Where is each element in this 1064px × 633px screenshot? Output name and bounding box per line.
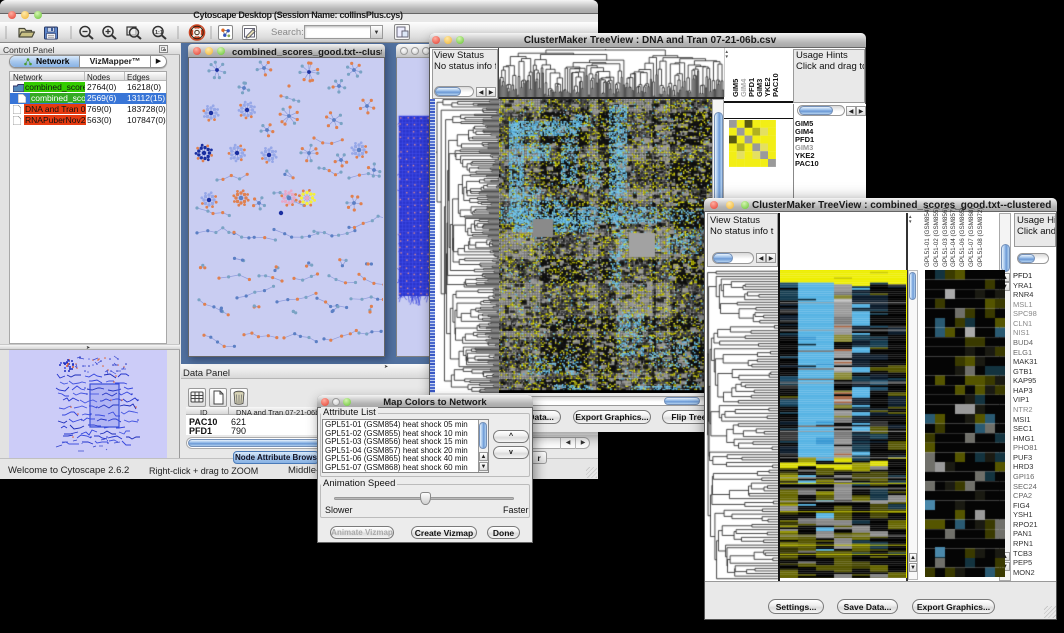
svg-text:1:1: 1:1 [155,30,163,36]
